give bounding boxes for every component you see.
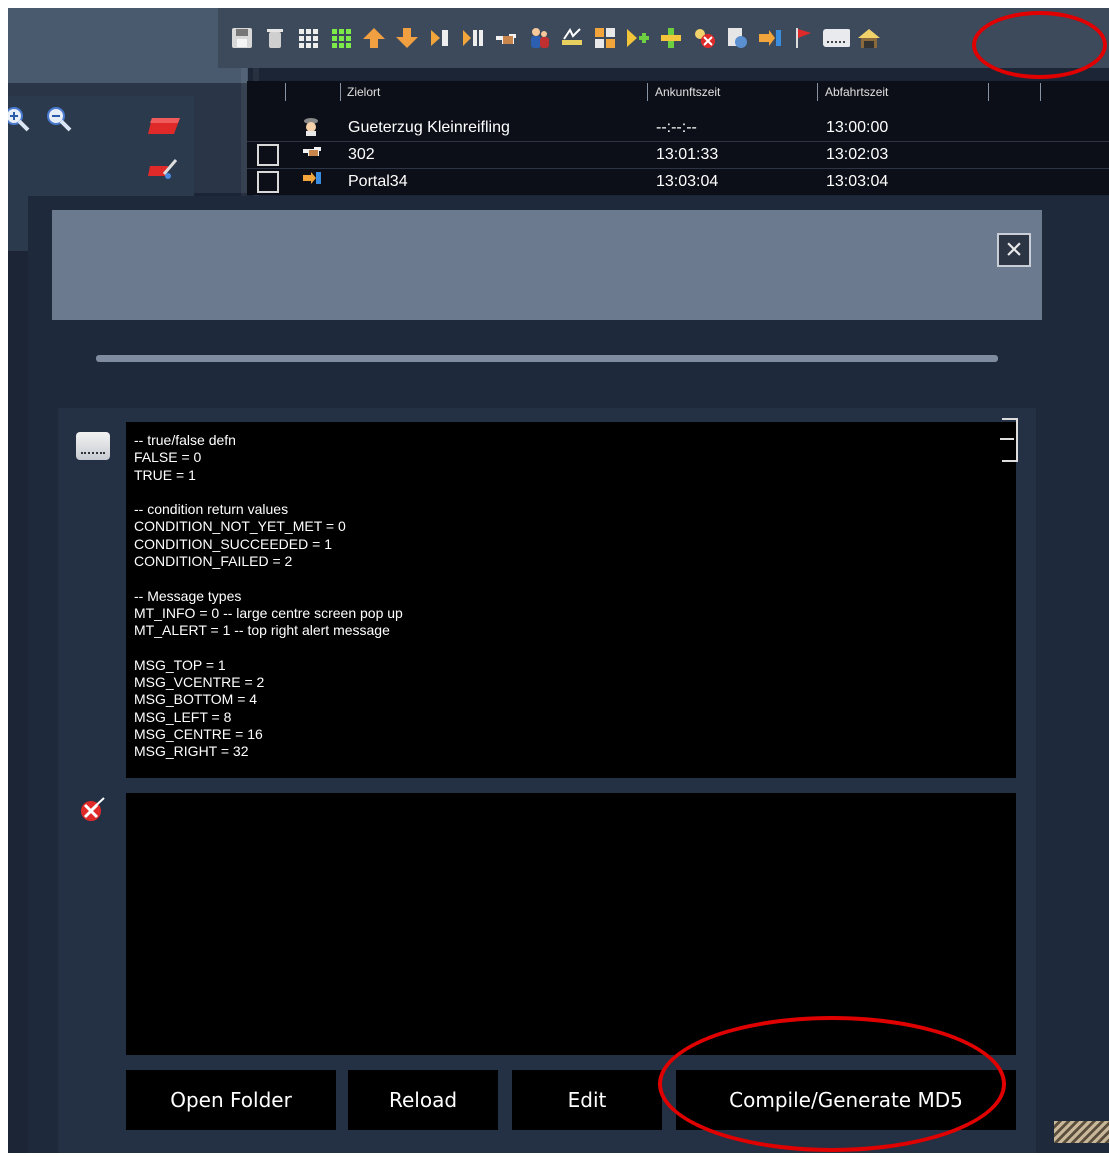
row-destination: 302 [348, 146, 375, 163]
close-icon: × [1005, 233, 1023, 266]
code-line: CONDITION_SUCCEEDED = 1 [134, 535, 332, 552]
arrow-up-icon[interactable] [360, 24, 388, 52]
background-band [8, 8, 248, 83]
table-header: Zielort Ankunftszeit Abfahrtszeit [247, 81, 1109, 103]
zoom-out-icon[interactable] [46, 106, 72, 139]
eraser-icon[interactable] [146, 114, 182, 143]
column-header-destination: Zielort [347, 85, 381, 99]
add-yellow-icon[interactable] [624, 24, 652, 52]
row-departure: 13:02:03 [826, 146, 889, 163]
hand-point-icon[interactable] [492, 24, 520, 52]
row-departure: 13:00:00 [826, 119, 889, 136]
row-destination: Portal34 [348, 173, 408, 190]
script-dialog: × -- true/false defn FALSE = 0 TRUE = 1 --… [28, 196, 1109, 1153]
depot-icon[interactable] [855, 24, 883, 52]
compile-output-view[interactable] [126, 793, 1016, 1055]
hazard-stripe [1054, 1121, 1109, 1143]
open-folder-button[interactable]: Open Folder [126, 1070, 336, 1130]
dialog-header: × [52, 210, 1042, 320]
code-line: CONDITION_NOT_YET_MET = 0 [134, 518, 346, 535]
trash-icon[interactable] [261, 24, 289, 52]
reload-button[interactable]: Reload [348, 1070, 498, 1130]
people-icon[interactable] [525, 24, 553, 52]
code-line: MSG_BOTTOM = 4 [134, 691, 258, 708]
portal-icon [302, 170, 322, 191]
consist-icon[interactable] [558, 24, 586, 52]
dialog-divider [96, 355, 998, 362]
row-checkbox[interactable] [257, 171, 279, 193]
no-entry-icon[interactable] [690, 24, 718, 52]
column-header-departure: Abfahrtszeit [825, 85, 889, 99]
flag-icon[interactable] [789, 24, 817, 52]
table-row[interactable]: 302 13:01:33 13:02:03 [247, 142, 1109, 168]
column-separator [1040, 83, 1041, 101]
code-line: MT_ALERT = 1 -- top right alert message [134, 622, 390, 639]
row-arrival: --:--:-- [656, 119, 697, 136]
game-viewport: Zielort Ankunftszeit Abfahrtszeit Gueter… [8, 8, 1109, 1153]
goto-icon[interactable] [426, 24, 454, 52]
zoom-in-icon[interactable] [8, 106, 30, 139]
code-line: -- Message types [134, 587, 242, 604]
script-icon [76, 432, 110, 460]
grid-white-icon[interactable] [294, 24, 322, 52]
portal-icon[interactable] [756, 24, 784, 52]
code-line: MSG_CENTRE = 16 [134, 726, 263, 743]
code-line: -- condition return values [134, 501, 289, 518]
hand-point-icon [302, 143, 322, 164]
column-separator [988, 83, 989, 101]
code-line: MSG_RIGHT = 32 [134, 743, 249, 760]
annotation-highlight [658, 1016, 1006, 1152]
column-separator [340, 83, 341, 101]
column-separator [817, 83, 818, 101]
script-code-view[interactable]: -- true/false defn FALSE = 0 TRUE = 1 -- c… [126, 422, 1016, 778]
column-separator [285, 83, 286, 101]
column-header-arrival: Ankunftszeit [655, 85, 721, 99]
code-line: CONDITION_FAILED = 2 [134, 553, 293, 570]
add-plus-icon[interactable] [657, 24, 685, 52]
row-arrival: 13:03:04 [656, 173, 719, 190]
row-departure: 13:03:04 [826, 173, 889, 190]
code-line: MSG_TOP = 1 [134, 656, 226, 673]
train-driver-icon [302, 116, 320, 141]
table-row[interactable]: Gueterzug Kleinreifling --:--:-- 13:00:0… [247, 115, 1109, 141]
layout-icon[interactable] [591, 24, 619, 52]
save-icon[interactable] [228, 24, 256, 52]
code-line: TRUE = 1 [134, 466, 196, 483]
edit-button[interactable]: Edit [512, 1070, 662, 1130]
brush-icon[interactable] [146, 154, 182, 187]
row-destination: Gueterzug Kleinreifling [348, 119, 510, 136]
code-line: -- true/false defn [134, 432, 236, 448]
close-button[interactable]: × [997, 233, 1031, 267]
column-separator [647, 83, 648, 101]
error-icon [76, 796, 106, 826]
timetable-table: Zielort Ankunftszeit Abfahrtszeit Gueter… [247, 81, 1109, 195]
row-arrival: 13:01:33 [656, 146, 719, 163]
row-checkbox[interactable] [257, 144, 279, 166]
code-line: MSG_LEFT = 8 [134, 708, 232, 725]
table-row[interactable]: Portal34 13:03:04 13:03:04 [247, 169, 1109, 195]
arrow-down-icon[interactable] [393, 24, 421, 52]
script-icon[interactable] [822, 24, 850, 52]
grid-green-icon[interactable] [327, 24, 355, 52]
annotation-highlight [972, 11, 1107, 79]
settings-icon[interactable] [723, 24, 751, 52]
code-line: FALSE = 0 [134, 449, 202, 466]
code-line: MT_INFO = 0 -- large centre screen pop u… [134, 604, 403, 621]
code-line: MSG_VCENTRE = 2 [134, 674, 265, 691]
scrollbar[interactable] [1000, 418, 1018, 462]
split-icon[interactable] [459, 24, 487, 52]
